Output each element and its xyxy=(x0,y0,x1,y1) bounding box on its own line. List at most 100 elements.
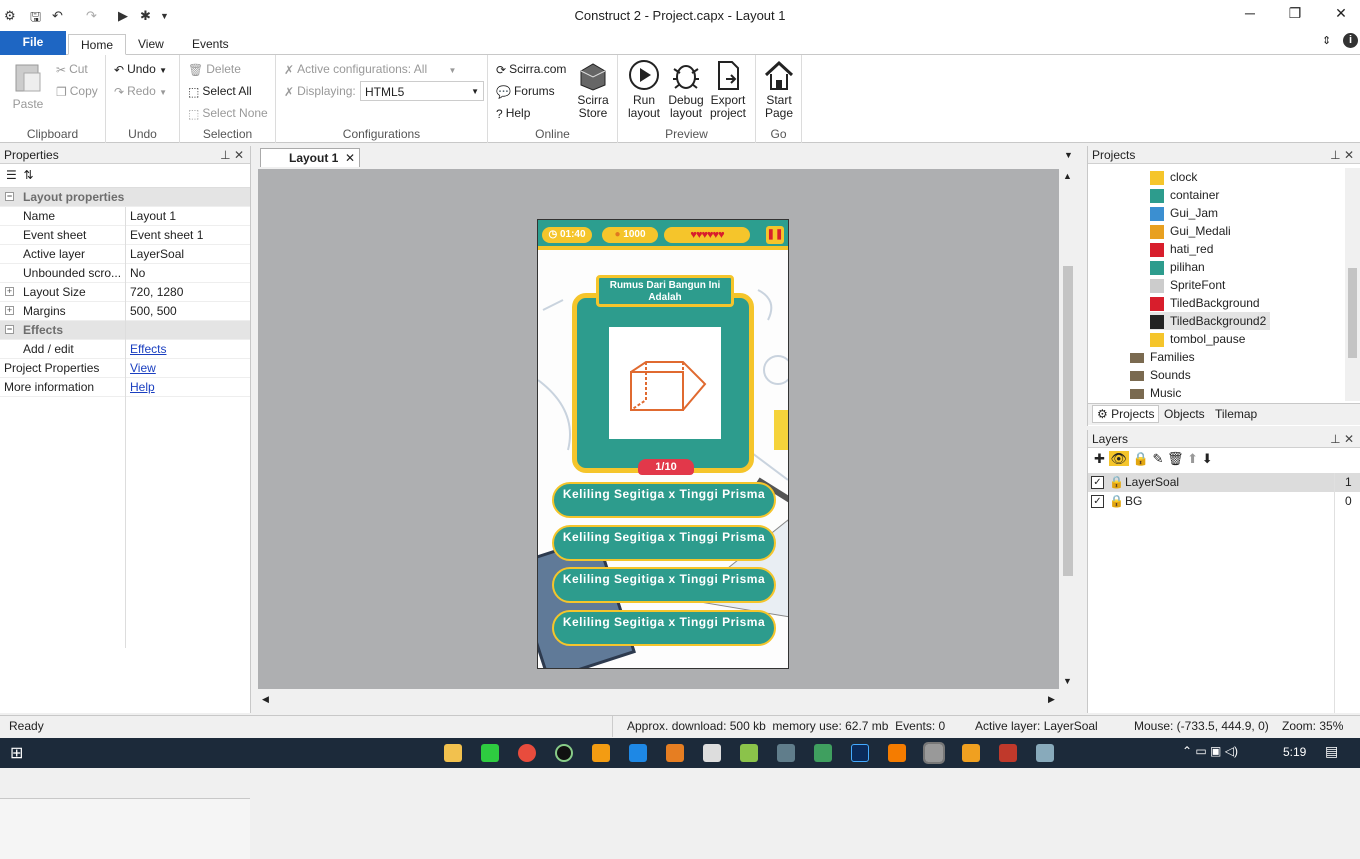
collapse-icon[interactable]: − xyxy=(5,325,14,334)
scirra-store-button[interactable]: Scirra Store xyxy=(574,59,612,120)
vertical-scrollbar[interactable]: ▲ ▼ xyxy=(1059,169,1076,692)
close-button[interactable]: ✕ xyxy=(1326,5,1356,22)
tab-home[interactable]: Home xyxy=(68,34,127,55)
view-link[interactable]: View xyxy=(130,359,156,378)
object-item[interactable]: Gui_Jam xyxy=(1150,204,1218,222)
start-page-button[interactable]: Start Page xyxy=(760,59,798,120)
tab-layout-1[interactable]: Layout 1 ✕ xyxy=(260,148,360,167)
lock-icon[interactable]: 🔒 xyxy=(1133,451,1149,466)
answer-button-3[interactable]: Keliling Segitiga x Tinggi Prisma xyxy=(552,567,776,603)
tab-projects[interactable]: ⚙ Projects xyxy=(1092,405,1160,423)
move-down-icon[interactable]: ⬇ xyxy=(1202,451,1213,466)
pin-close-icons[interactable]: ⊥ ✕ xyxy=(1330,430,1354,448)
restore-button[interactable]: ❐ xyxy=(1280,5,1310,22)
folder-music[interactable]: Music xyxy=(1130,384,1181,402)
media-icon[interactable] xyxy=(962,744,980,762)
tab-objects[interactable]: Objects xyxy=(1164,407,1205,421)
layout-canvas[interactable]: ◷ 01:40 ● 1000 ♥♥♥♥♥♥ ❚❚ Rumus Dari Bang… xyxy=(258,169,1063,689)
android-icon[interactable] xyxy=(740,744,758,762)
export-project-button[interactable]: Export project xyxy=(708,59,748,120)
layer-lock-icon[interactable]: 🔒 xyxy=(1109,473,1124,492)
ribbon-collapse-icon[interactable]: ⇕ xyxy=(1322,34,1331,47)
pin-close-icons[interactable]: ⊥ ✕ xyxy=(220,146,244,164)
object-item[interactable]: clock xyxy=(1150,168,1197,186)
vlc-icon[interactable] xyxy=(888,744,906,762)
app-icon[interactable] xyxy=(666,744,684,762)
game-layout[interactable]: ◷ 01:40 ● 1000 ♥♥♥♥♥♥ ❚❚ Rumus Dari Bang… xyxy=(537,219,789,669)
chrome-icon[interactable] xyxy=(518,744,536,762)
eye-icon[interactable]: 👁 xyxy=(1108,451,1130,466)
discord-icon[interactable] xyxy=(777,744,795,762)
layer-visible-checkbox[interactable]: ✓ xyxy=(1091,476,1104,489)
edit-icon[interactable]: ✎ xyxy=(1152,451,1163,466)
close-tab-icon[interactable]: ✕ xyxy=(345,149,355,167)
help-link[interactable]: Help xyxy=(130,378,155,397)
layer-visible-checkbox[interactable]: ✓ xyxy=(1091,495,1104,508)
construct2-icon[interactable] xyxy=(923,742,945,764)
tab-file[interactable]: File xyxy=(0,31,66,55)
app-icon[interactable] xyxy=(814,744,832,762)
displaying-select[interactable]: HTML5 ▼ xyxy=(360,81,484,101)
app-icon[interactable] xyxy=(999,744,1017,762)
layer-row-bg[interactable]: ✓ 🔒 BG 0 xyxy=(1088,492,1360,511)
app-icon[interactable] xyxy=(555,744,573,762)
object-item[interactable]: SpriteFont xyxy=(1150,276,1225,294)
info-icon[interactable]: i xyxy=(1343,33,1358,48)
sort-az-icon[interactable]: ⇅ xyxy=(23,168,33,182)
collapse-icon[interactable]: − xyxy=(5,192,14,201)
object-item[interactable]: hati_red xyxy=(1150,240,1213,258)
object-item[interactable]: pilihan xyxy=(1150,258,1205,276)
answer-button-4[interactable]: Keliling Segitiga x Tinggi Prisma xyxy=(552,610,776,646)
object-item[interactable]: Gui_Medali xyxy=(1150,222,1231,240)
category-layout-properties[interactable]: − Layout properties xyxy=(0,188,250,207)
folder-sounds[interactable]: Sounds xyxy=(1130,366,1191,384)
forums-link[interactable]: 💬 Forums xyxy=(496,84,555,99)
redo-button[interactable]: ↷ Redo ▼ xyxy=(114,84,167,99)
windows-start-icon[interactable]: ⊞ xyxy=(10,743,23,763)
layer-lock-icon[interactable]: 🔒 xyxy=(1109,492,1124,511)
paste-button[interactable]: Paste xyxy=(8,59,48,111)
answer-button-1[interactable]: Keliling Segitiga x Tinggi Prisma xyxy=(552,482,776,518)
expand-icon[interactable]: + xyxy=(5,287,14,296)
copy-button[interactable]: ❐ Copy xyxy=(56,84,98,99)
object-item[interactable]: TiledBackground2 xyxy=(1150,312,1271,330)
file-explorer-icon[interactable] xyxy=(444,744,462,762)
object-item[interactable]: tombol_pause xyxy=(1150,330,1245,348)
active-config-dropdown[interactable]: ✗ Active configurations: All ▼ xyxy=(284,62,456,77)
app-icon[interactable] xyxy=(1036,744,1054,762)
delete-layer-icon[interactable]: 🗑 xyxy=(1167,451,1184,466)
vscode-icon[interactable] xyxy=(629,744,647,762)
minimize-button[interactable]: ─ xyxy=(1235,5,1265,21)
delete-button[interactable]: 🗑 Delete xyxy=(188,62,241,77)
effects-link[interactable]: Effects xyxy=(130,340,166,359)
categorized-icon[interactable]: ☰ xyxy=(6,168,17,182)
tab-tilemap[interactable]: Tilemap xyxy=(1215,407,1257,421)
move-up-icon[interactable]: ⬆ xyxy=(1187,451,1198,466)
select-all-button[interactable]: ⬚ Select All xyxy=(188,84,252,99)
debug-layout-button[interactable]: Debug layout xyxy=(666,59,706,120)
undo-button[interactable]: ↶ Undo ▼ xyxy=(114,62,167,77)
object-item[interactable]: container xyxy=(1150,186,1219,204)
cut-button[interactable]: ✂ Cut xyxy=(56,62,88,77)
photoshop-icon[interactable] xyxy=(851,744,869,762)
notepad-icon[interactable] xyxy=(703,744,721,762)
folder-families[interactable]: Families xyxy=(1130,348,1195,366)
select-none-button[interactable]: ⬚ Select None xyxy=(188,106,268,121)
scirra-link[interactable]: ⟳ Scirra.com xyxy=(496,62,566,77)
notifications-icon[interactable]: ▤ xyxy=(1325,743,1338,760)
tab-view[interactable]: View xyxy=(126,34,176,55)
object-item[interactable]: TiledBackground xyxy=(1150,294,1260,312)
sublime-icon[interactable] xyxy=(592,744,610,762)
expand-icon[interactable]: + xyxy=(5,306,14,315)
pin-close-icons[interactable]: ⊥ ✕ xyxy=(1330,146,1354,164)
layer-row-layersoal[interactable]: ✓ 🔒 LayerSoal 1 xyxy=(1088,473,1360,492)
horizontal-scrollbar[interactable]: ◀ ▶ xyxy=(258,692,1062,709)
tray-icons[interactable]: ⌃ ▭ ▣ ◁) xyxy=(1182,744,1238,758)
tab-list-icon[interactable]: ▼ xyxy=(1064,150,1073,160)
line-icon[interactable] xyxy=(481,744,499,762)
tab-events[interactable]: Events xyxy=(180,34,241,55)
projects-scrollbar[interactable] xyxy=(1345,168,1360,401)
run-layout-button[interactable]: Run layout xyxy=(624,59,664,120)
add-layer-icon[interactable]: ✚ xyxy=(1094,451,1105,466)
help-link[interactable]: ? Help xyxy=(496,106,530,121)
